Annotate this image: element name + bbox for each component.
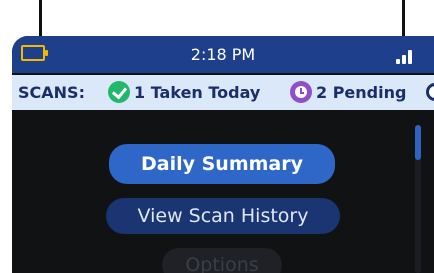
overflow-indicator-icon	[426, 83, 434, 101]
clock-time: 2:18 PM	[190, 45, 256, 64]
scans-summary-bar: SCANS: 1 Taken Today 2 Pending	[12, 75, 434, 110]
signal-icon	[396, 48, 414, 64]
daily-summary-button[interactable]: Daily Summary	[109, 144, 335, 184]
check-circle-icon	[108, 81, 130, 103]
scrollbar-thumb[interactable]	[415, 125, 421, 160]
signal-callout-line	[402, 0, 405, 36]
options-button[interactable]: Options	[162, 248, 282, 273]
clock-circle-icon	[290, 81, 312, 103]
battery-callout-line	[39, 0, 42, 36]
scans-label: SCANS:	[18, 83, 85, 102]
device-screen: 2:18 PM SCANS: 1 Taken Today 2 Pending D…	[12, 36, 434, 273]
taken-today-text: 1 Taken Today	[134, 83, 261, 102]
status-bar: 2:18 PM	[12, 36, 434, 73]
pending-text: 2 Pending	[316, 83, 407, 102]
scrollbar[interactable]	[415, 125, 421, 273]
view-scan-history-button[interactable]: View Scan History	[106, 198, 340, 234]
